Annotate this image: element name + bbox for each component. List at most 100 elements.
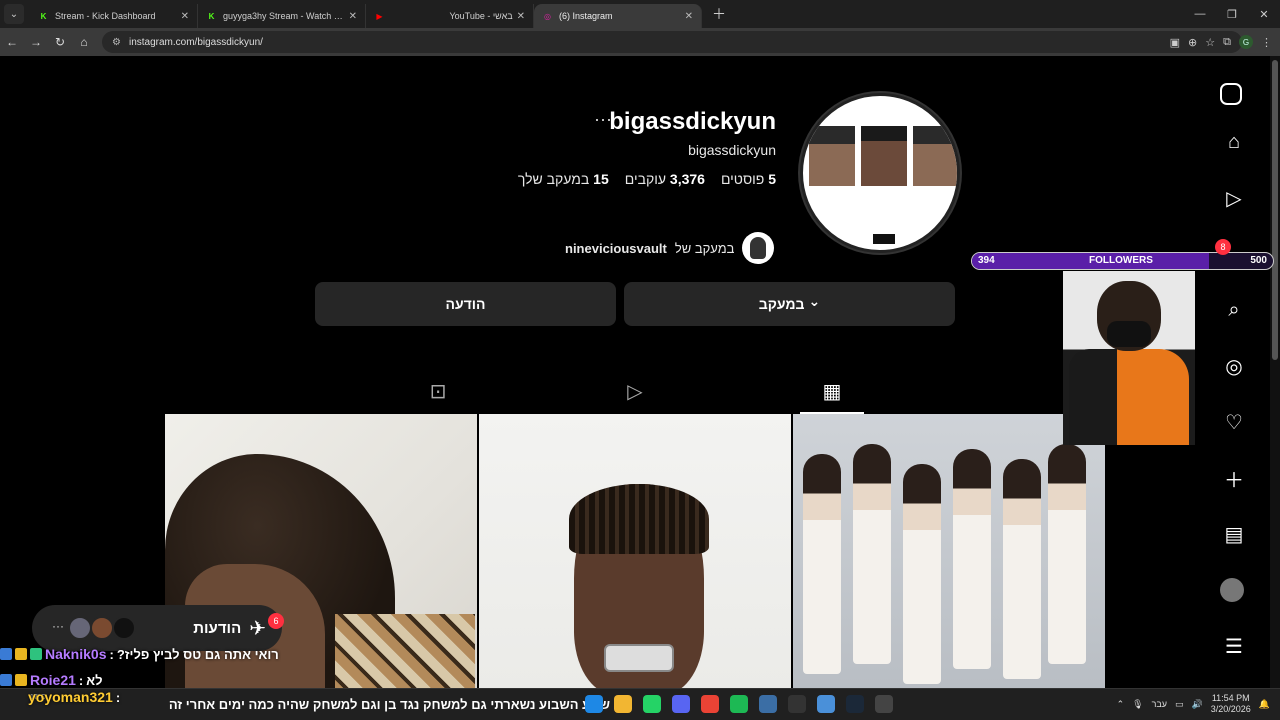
zoom-icon[interactable]: ⊕ (1188, 36, 1197, 49)
spotify-icon[interactable] (730, 695, 748, 713)
tab-kick-dashboard[interactable]: K Stream - Kick Dashboard ✕ (30, 4, 198, 28)
create-plus-icon[interactable]: ＋ (1220, 464, 1248, 492)
minimize-icon[interactable]: — (1184, 8, 1216, 20)
windows-taskbar: 17°C yoyoman321 : שמע השבוע נשארתי גם למ… (0, 688, 1280, 720)
chat-ticker: שמע השבוע נשארתי גם למשחק נגד בן וגם למש… (168, 697, 610, 712)
search-icon[interactable]: ⌕ (1220, 296, 1248, 324)
reload-icon[interactable]: ↻ (48, 35, 72, 49)
volume-icon[interactable]: 🔊 (1192, 699, 1203, 710)
clock[interactable]: 11:54 PM 3/20/2026 (1211, 693, 1251, 715)
network-icon[interactable]: ▭ (1175, 699, 1184, 710)
microphone-icon[interactable]: 🎙 (1132, 699, 1143, 710)
system-tray: ⌃ 🎙 עבר ▭ 🔊 11:54 PM 3/20/2026 🔔 (1117, 693, 1270, 715)
new-tab-button[interactable]: ＋ (712, 4, 726, 24)
followed-by-label: במעקב של (674, 240, 735, 256)
menu-kebab-icon[interactable]: ⋮ (1261, 36, 1272, 49)
reels-icon[interactable]: ▷ (1220, 184, 1248, 212)
edge-icon[interactable] (585, 695, 603, 713)
site-info-icon[interactable]: ⚙ (112, 37, 121, 48)
post-thumbnail[interactable] (793, 414, 1105, 688)
cast-icon[interactable]: ▣ (1170, 36, 1180, 49)
steam-icon[interactable] (846, 695, 864, 713)
profile-avatar-large[interactable] (800, 93, 960, 253)
tab-search-button[interactable]: ⌄ (4, 4, 24, 24)
url-field[interactable]: ⚙ instagram.com/bigassdickyun/ (102, 31, 1242, 53)
chat-separator: : (115, 689, 121, 705)
notepad-icon[interactable] (759, 695, 777, 713)
explore-icon[interactable]: ◎ (1220, 352, 1248, 380)
chat-text: לא (86, 672, 103, 688)
file-explorer-icon[interactable] (614, 695, 632, 713)
profile-avatar[interactable]: G (1239, 35, 1253, 49)
close-icon[interactable]: ✕ (685, 11, 693, 22)
instagram-icon: ◎ (544, 11, 551, 21)
tagged-tab-icon[interactable]: ⊡ (425, 378, 451, 404)
taskbar-apps (585, 695, 893, 713)
direct-message-icon: ✈ (249, 617, 266, 640)
dashboard-icon[interactable]: ▤ (1220, 520, 1248, 548)
close-icon[interactable]: ✕ (517, 11, 525, 22)
cover-photo-right (913, 126, 957, 186)
followed-by-user[interactable]: nineviciousvault (565, 241, 667, 256)
photos-icon[interactable] (817, 695, 835, 713)
restore-icon[interactable]: ❐ (1216, 8, 1248, 21)
kick-icon: K (208, 11, 215, 21)
notification-badge: 8 (1215, 239, 1231, 255)
following-button[interactable]: במעקב ⌄ (624, 282, 955, 326)
chat-separator: : (78, 672, 84, 688)
home-icon[interactable]: ⌂ (1220, 128, 1248, 156)
bookmark-star-icon[interactable]: ☆ (1205, 36, 1215, 49)
followers-count[interactable]: 3,376 עוקבים (625, 171, 705, 187)
notifications-icon[interactable]: 🔔 (1259, 699, 1270, 710)
obs-icon[interactable] (875, 695, 893, 713)
close-window-icon[interactable]: ✕ (1248, 8, 1280, 21)
tab-title: YouTube - ‏באשי (449, 11, 513, 21)
tab-title: Stream - Kick Dashboard (55, 11, 156, 21)
instagram-logo-icon[interactable] (1220, 83, 1242, 105)
badge-icon (15, 674, 27, 686)
chat-username: Naknik0s (45, 646, 107, 662)
webcam-overlay (1063, 271, 1195, 445)
cover-photo-left (809, 126, 855, 186)
followers-goal: 500 (1250, 255, 1267, 266)
forward-icon[interactable]: → (24, 35, 48, 49)
badge-icon (30, 648, 42, 660)
back-icon[interactable]: ← (0, 35, 24, 49)
discord-icon[interactable] (672, 695, 690, 713)
chat-text: רואי אתה גם טס לביץ פליז? (116, 646, 279, 662)
followed-by[interactable]: nineviciousvault במעקב של (565, 232, 775, 264)
window-controls: — ❐ ✕ (1184, 0, 1280, 28)
profile-tabs: ⊡ ▷ ▦ (165, 372, 1105, 414)
close-icon[interactable]: ✕ (349, 11, 357, 22)
heart-icon[interactable]: ♡ (1220, 408, 1248, 436)
chrome-icon[interactable] (701, 695, 719, 713)
avatar (68, 616, 92, 640)
reels-tab-icon[interactable]: ▷ (622, 378, 648, 404)
following-count[interactable]: 15 במעקב שלך (518, 171, 609, 187)
posts-count: 5 פוסטים (720, 171, 776, 187)
posts-grid-tab-icon[interactable]: ▦ (819, 378, 845, 404)
post-thumbnail[interactable] (479, 414, 791, 688)
tab-youtube[interactable]: ▶ YouTube - ‏באשי ✕ (366, 4, 534, 28)
messages-label: הודעות (193, 619, 242, 637)
tab-instagram[interactable]: ◎ (6) Instagram ✕ (534, 4, 702, 28)
menu-hamburger-icon[interactable]: ☰ (1220, 632, 1248, 660)
messages-badge: 6 (268, 613, 284, 629)
tab-kick-stream[interactable]: K guyyga3hy Stream - Watch Live ✕ (198, 4, 366, 28)
profile-username: bigassdickyun (609, 108, 776, 135)
whatsapp-icon[interactable] (643, 695, 661, 713)
chevron-up-icon[interactable]: ⌃ (1117, 699, 1125, 710)
epic-games-icon[interactable] (788, 695, 806, 713)
tab-title: guyyga3hy Stream - Watch Live (223, 11, 345, 21)
home-icon[interactable]: ⌂ (72, 35, 96, 49)
badge-icon (0, 674, 12, 686)
profile-avatar-small[interactable] (1220, 578, 1244, 602)
extensions-icon[interactable]: ⧉ (1223, 36, 1231, 49)
message-button[interactable]: הודעה (315, 282, 616, 326)
language-indicator[interactable]: עבר (1152, 699, 1167, 709)
avatar (112, 616, 136, 640)
page-scrollbar[interactable] (1270, 56, 1280, 688)
close-icon[interactable]: ✕ (181, 11, 189, 22)
chevron-down-icon: ⌄ (808, 292, 821, 309)
chat-message: Roie21 : לא (0, 671, 400, 689)
